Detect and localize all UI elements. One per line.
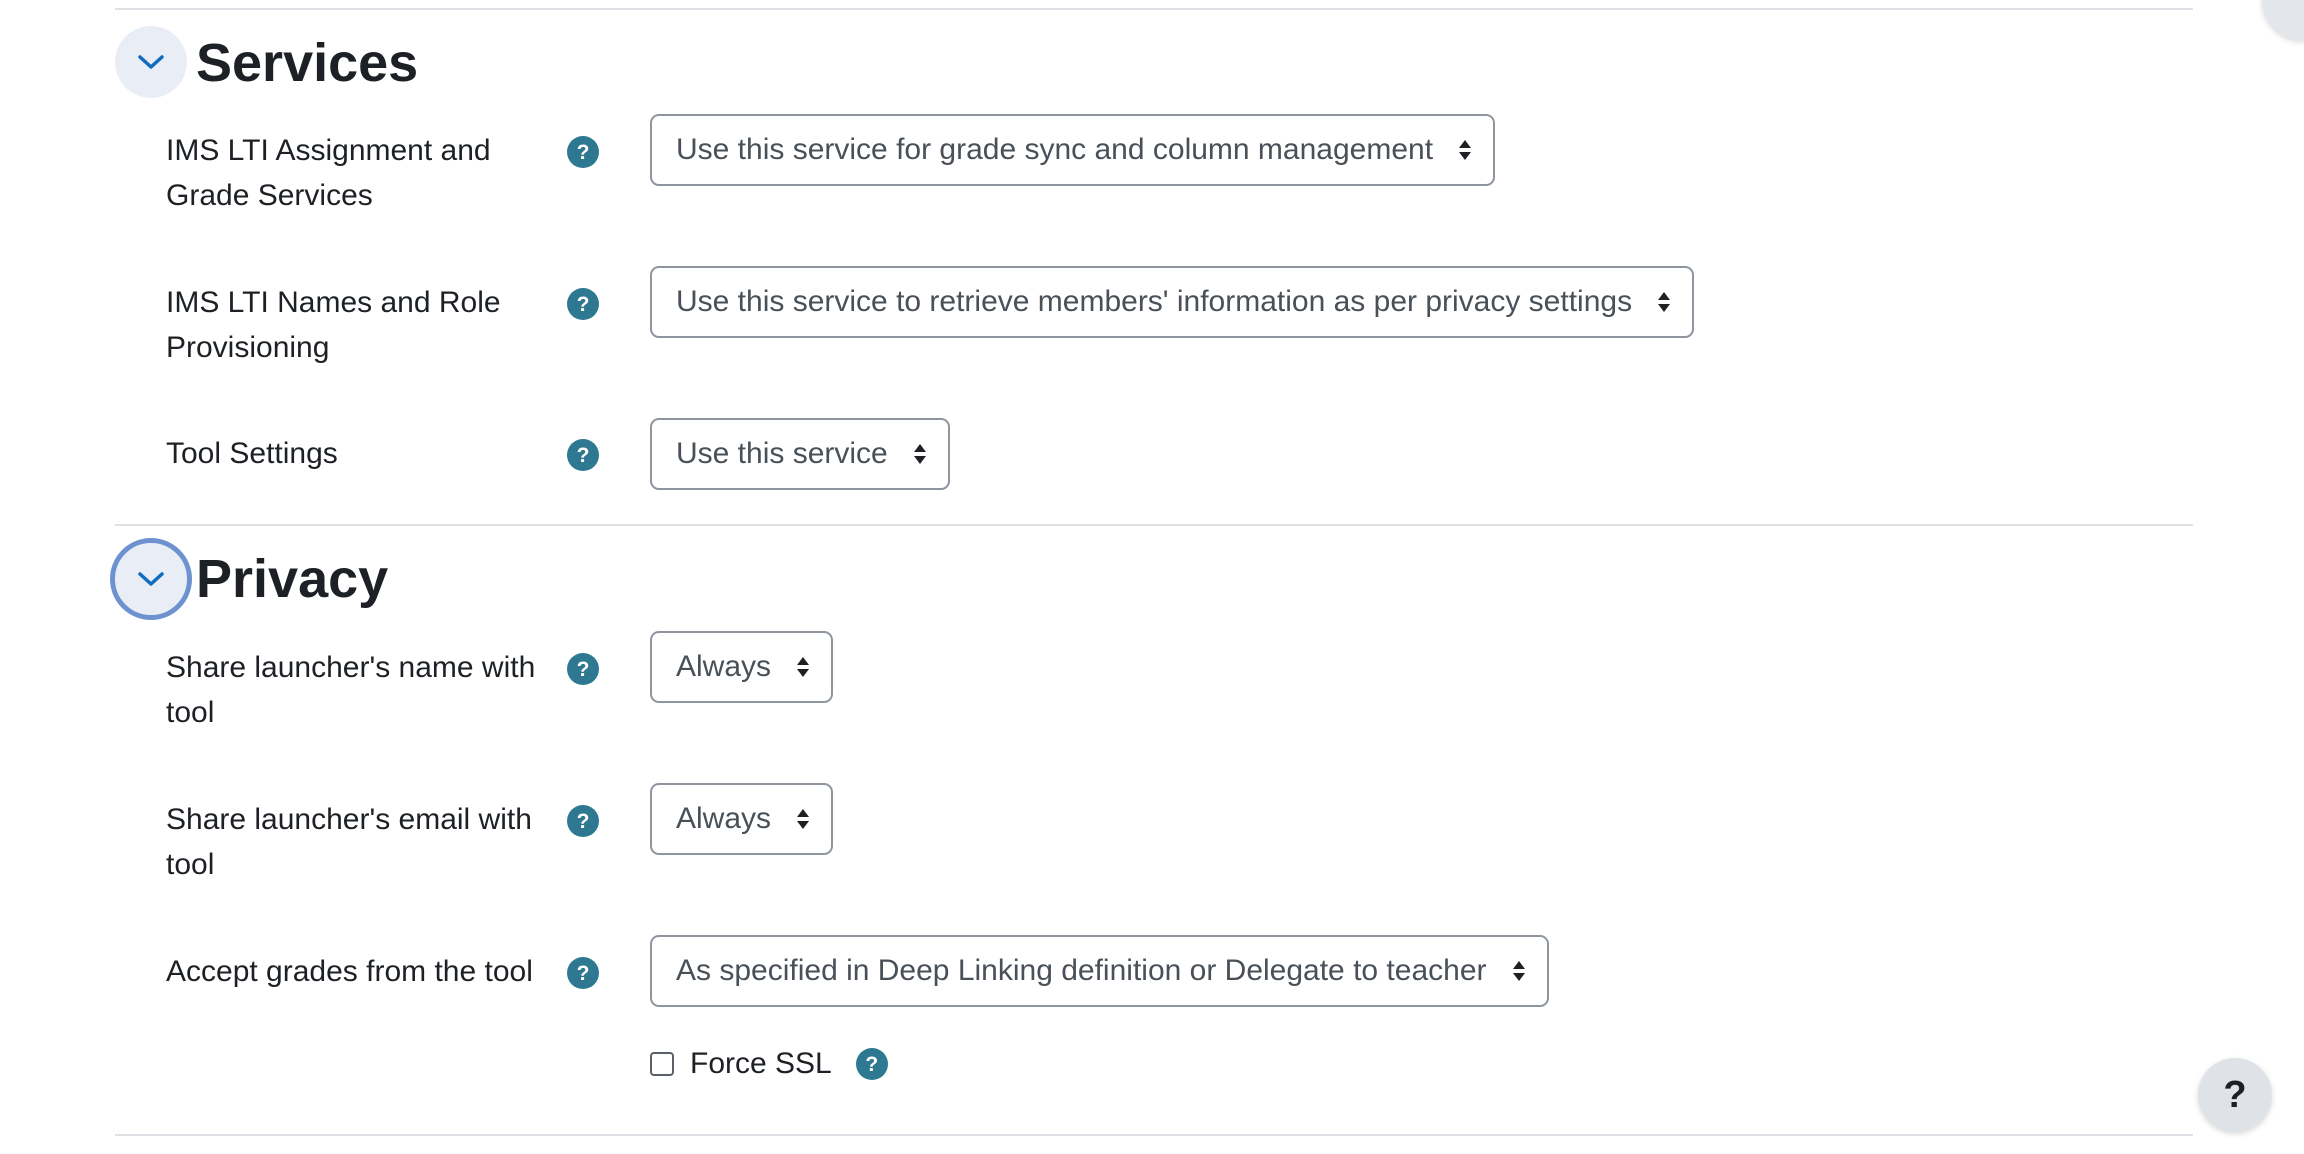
floating-help-button[interactable]: ? xyxy=(2198,1058,2272,1132)
share-name-label: Share launcher's name with tool xyxy=(166,651,536,729)
ags-label: IMS LTI Assignment and Grade Services xyxy=(166,134,491,212)
privacy-collapse-toggle[interactable] xyxy=(110,538,192,620)
share-email-select[interactable]: Always xyxy=(650,783,834,855)
sort-arrows-icon xyxy=(913,444,926,464)
share-email-label: Share launcher's email with tool xyxy=(166,803,532,881)
section-divider xyxy=(115,1134,2193,1136)
tool-settings-label: Tool Settings xyxy=(166,437,338,470)
accept-grades-select[interactable]: As specified in Deep Linking definition … xyxy=(650,935,1549,1007)
share-name-select-value: Always xyxy=(676,650,772,683)
question-circle-icon[interactable]: ? xyxy=(567,136,599,168)
privacy-section-title: Privacy xyxy=(196,549,389,609)
question-circle-icon[interactable]: ? xyxy=(855,1048,888,1080)
question-circle-icon[interactable]: ? xyxy=(567,439,599,471)
accept-grades-label: Accept grades from the tool xyxy=(166,955,533,988)
tool-settings-select[interactable]: Use this service xyxy=(650,418,950,490)
ags-select-value: Use this service for grade sync and colu… xyxy=(676,133,1434,166)
question-circle-icon[interactable]: ? xyxy=(567,805,599,837)
nrps-select[interactable]: Use this service to retrieve members' in… xyxy=(650,266,1695,338)
share-email-select-value: Always xyxy=(676,802,772,835)
nrps-select-value: Use this service to retrieve members' in… xyxy=(676,285,1633,318)
settings-page: Services IMS LTI Assignment and Grade Se… xyxy=(0,0,2304,1154)
ags-select[interactable]: Use this service for grade sync and colu… xyxy=(650,114,1496,186)
force-ssl-checkbox[interactable] xyxy=(650,1052,674,1076)
accept-grades-select-value: As specified in Deep Linking definition … xyxy=(676,954,1487,987)
chevron-down-icon xyxy=(138,572,164,586)
services-section-title: Services xyxy=(196,33,419,93)
force-ssl-label[interactable]: Force SSL xyxy=(690,1047,832,1081)
sort-arrows-icon xyxy=(797,657,810,677)
corner-button[interactable] xyxy=(2262,0,2304,40)
sort-arrows-icon xyxy=(1459,140,1472,160)
force-ssl-row: Force SSL ? xyxy=(650,1044,888,1084)
section-divider xyxy=(115,524,2193,526)
services-collapse-toggle[interactable] xyxy=(115,26,187,98)
share-name-select[interactable]: Always xyxy=(650,631,834,703)
tool-settings-select-value: Use this service xyxy=(676,437,888,470)
section-divider xyxy=(115,8,2193,10)
chevron-down-icon xyxy=(138,55,164,69)
question-circle-icon[interactable]: ? xyxy=(567,288,599,320)
question-circle-icon[interactable]: ? xyxy=(567,957,599,989)
sort-arrows-icon xyxy=(797,809,810,829)
nrps-label: IMS LTI Names and Role Provisioning xyxy=(166,286,501,364)
sort-arrows-icon xyxy=(1512,961,1525,981)
sort-arrows-icon xyxy=(1658,292,1671,312)
question-circle-icon[interactable]: ? xyxy=(567,653,599,685)
